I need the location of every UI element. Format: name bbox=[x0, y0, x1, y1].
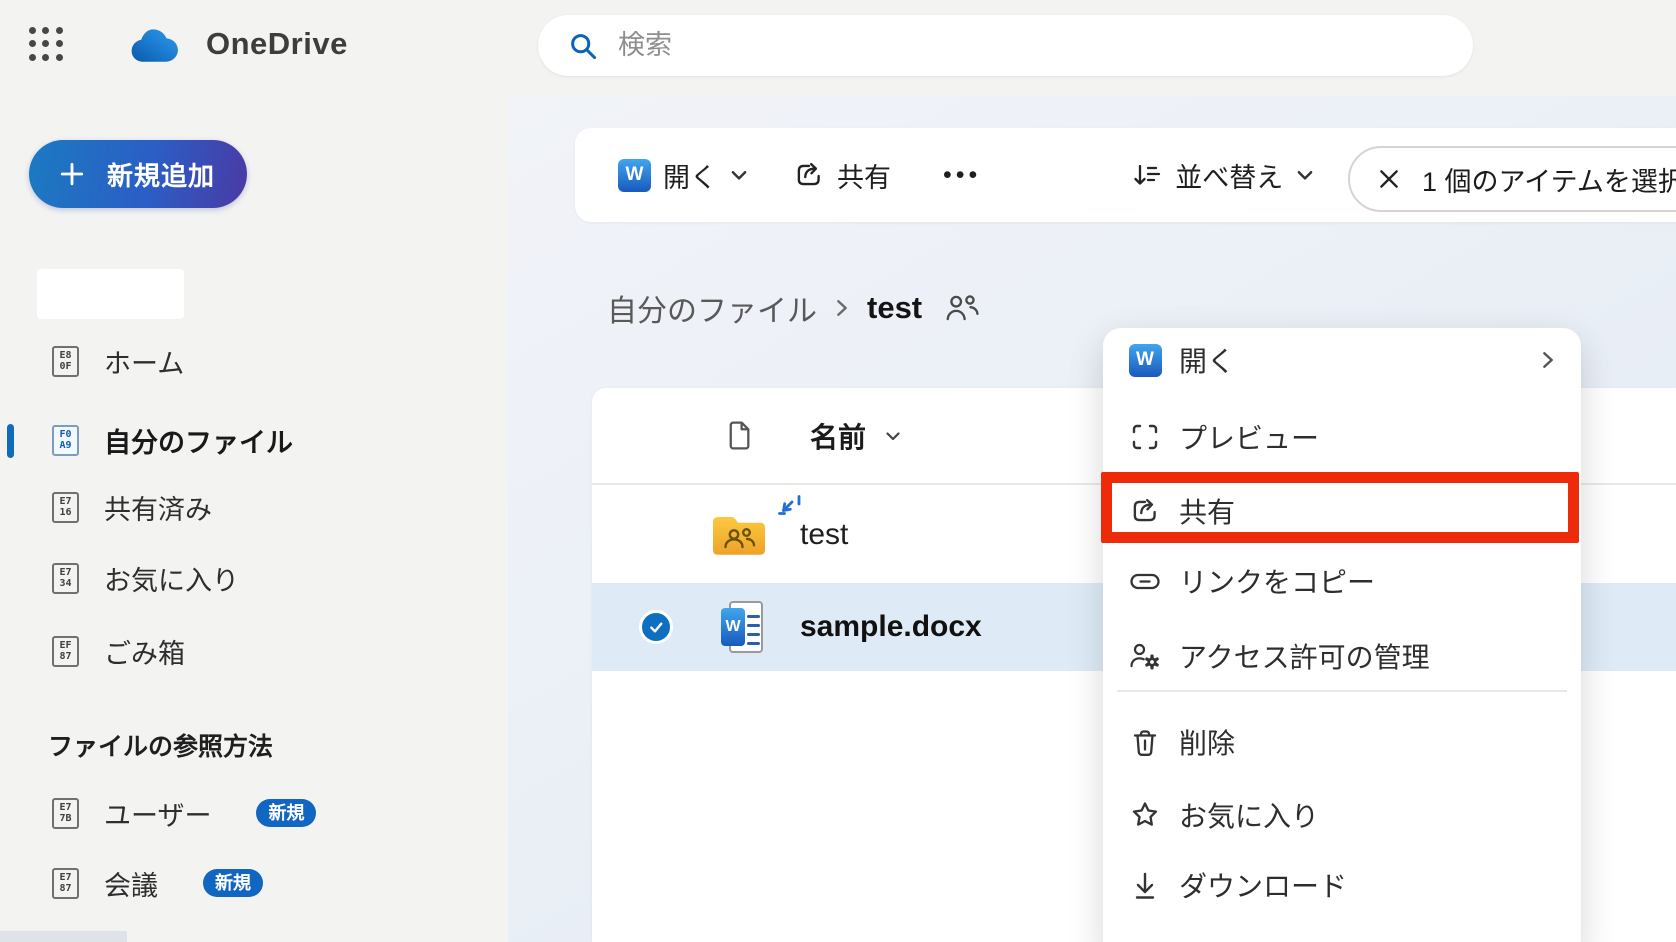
chevron-down-icon bbox=[729, 165, 749, 185]
search-icon bbox=[568, 31, 598, 61]
sidebar-item-meetings[interactable]: E787 会議 新規 bbox=[0, 851, 500, 915]
favorite-icon bbox=[1130, 800, 1160, 830]
sidebar-placeholder-block bbox=[37, 269, 184, 319]
add-new-label: 新規追加 bbox=[107, 156, 215, 193]
new-badge: 新規 bbox=[203, 869, 263, 897]
shared-people-icon[interactable] bbox=[944, 292, 980, 324]
sidebar-item-home[interactable]: E80F ホーム bbox=[0, 329, 500, 393]
add-new-button[interactable]: 新規追加 bbox=[29, 140, 247, 208]
menu-item-open[interactable]: W 開く bbox=[1103, 332, 1581, 388]
document-icon bbox=[725, 420, 752, 451]
sort-button[interactable]: 並べ替え bbox=[1131, 156, 1315, 195]
chevron-right-icon bbox=[833, 297, 851, 319]
onedrive-window: OneDrive W 開く 共有 ••• bbox=[0, 0, 1676, 942]
share-icon bbox=[793, 159, 825, 191]
sidebar-item-favorites[interactable]: E734 お気に入り bbox=[0, 546, 500, 610]
chevron-down-icon bbox=[1295, 165, 1315, 185]
new-badge: 新規 bbox=[256, 799, 316, 827]
bottom-partial-element bbox=[0, 931, 127, 942]
share-icon bbox=[1129, 495, 1161, 527]
menu-item-favorite[interactable]: お気に入り bbox=[1103, 787, 1581, 843]
name-column-sort[interactable]: 名前 bbox=[804, 415, 908, 457]
menu-item-share[interactable]: 共有 bbox=[1103, 483, 1581, 539]
manage-access-icon bbox=[1128, 641, 1162, 671]
app-title: OneDrive bbox=[206, 26, 348, 62]
my-files-icon: F0A9 bbox=[52, 425, 79, 456]
word-icon: W bbox=[1129, 344, 1162, 377]
shared-icon: E716 bbox=[52, 492, 79, 523]
chevron-right-icon bbox=[1539, 349, 1557, 371]
shared-folder-icon bbox=[710, 511, 768, 559]
file-name: sample.docx bbox=[800, 610, 982, 644]
check-icon bbox=[646, 617, 666, 637]
people-icon: E77B bbox=[52, 798, 79, 829]
recycle-bin-icon: EF87 bbox=[52, 636, 79, 667]
word-icon: W bbox=[618, 159, 651, 192]
selection-count-text: 1 個のアイテムを選択 bbox=[1422, 160, 1676, 199]
context-menu: W 開く プレビュー bbox=[1103, 328, 1581, 942]
onedrive-cloud-logo-icon bbox=[130, 25, 186, 70]
sidebar-item-shared[interactable]: E716 共有済み bbox=[0, 475, 500, 539]
open-button[interactable]: W 開く bbox=[618, 156, 749, 195]
sort-button-label: 並べ替え bbox=[1175, 156, 1283, 195]
close-icon bbox=[1376, 166, 1402, 192]
selected-checkbox[interactable] bbox=[639, 610, 673, 644]
clear-selection-button[interactable] bbox=[1376, 166, 1402, 192]
selection-status-pill: 1 個のアイテムを選択 bbox=[1348, 146, 1676, 212]
more-icon: ••• bbox=[943, 161, 981, 190]
meetings-icon: E787 bbox=[52, 868, 79, 899]
plus-icon bbox=[59, 161, 85, 187]
search-input[interactable] bbox=[616, 29, 1453, 62]
share-button-label: 共有 bbox=[837, 156, 891, 195]
word-file-icon: W bbox=[721, 599, 767, 655]
open-button-label: 開く bbox=[663, 156, 717, 195]
menu-item-delete[interactable]: 削除 bbox=[1103, 714, 1581, 770]
delete-icon bbox=[1131, 727, 1159, 758]
menu-item-manage-access[interactable]: アクセス許可の管理 bbox=[1103, 628, 1581, 684]
sidebar-item-recycle-bin[interactable]: EF87 ごみ箱 bbox=[0, 619, 500, 683]
cursor-click-indicator-icon bbox=[778, 495, 806, 523]
browse-files-section-header: ファイルの参照方法 bbox=[48, 727, 273, 763]
breadcrumb: 自分のファイル test bbox=[607, 288, 980, 328]
app-launcher-waffle-icon[interactable] bbox=[26, 24, 66, 64]
sort-icon bbox=[1131, 160, 1163, 190]
home-icon: E80F bbox=[52, 346, 79, 377]
more-commands-button[interactable]: ••• bbox=[943, 161, 981, 190]
breadcrumb-my-files[interactable]: 自分のファイル bbox=[607, 286, 817, 330]
preview-icon bbox=[1130, 422, 1160, 452]
menu-item-copy-link[interactable]: リンクをコピー bbox=[1103, 553, 1581, 609]
search-box[interactable] bbox=[538, 15, 1473, 76]
share-button[interactable]: 共有 bbox=[793, 156, 891, 195]
sidebar-item-people[interactable]: E77B ユーザー 新規 bbox=[0, 781, 500, 845]
menu-divider bbox=[1117, 690, 1567, 692]
folder-name: test bbox=[800, 518, 848, 552]
link-icon bbox=[1128, 566, 1162, 596]
menu-item-download[interactable]: ダウンロード bbox=[1103, 857, 1581, 913]
menu-item-preview[interactable]: プレビュー bbox=[1103, 409, 1581, 465]
favorites-icon: E734 bbox=[52, 563, 79, 594]
download-icon bbox=[1131, 870, 1159, 901]
breadcrumb-current-folder: test bbox=[867, 290, 922, 326]
sidebar-item-my-files[interactable]: F0A9 自分のファイル bbox=[0, 408, 500, 472]
chevron-down-icon bbox=[884, 427, 902, 445]
